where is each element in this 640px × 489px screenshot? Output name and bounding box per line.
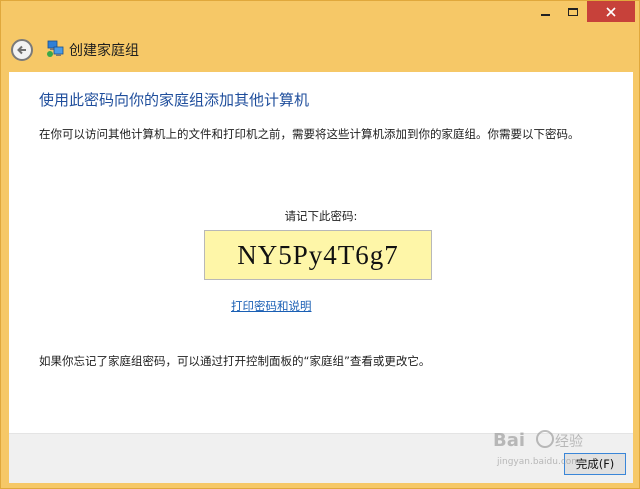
homegroup-window: 创建家庭组 使用此密码向你的家庭组添加其他计算机 在你可以访问其他计算机上的文件… <box>0 0 640 489</box>
close-icon <box>606 6 616 17</box>
finish-button[interactable]: 完成(F) <box>564 453 626 475</box>
minimize-button[interactable] <box>531 1 559 22</box>
minimize-icon <box>540 13 550 16</box>
password-label: 请记下此密码: <box>284 209 358 223</box>
back-button[interactable] <box>11 39 33 61</box>
forgot-password-hint: 如果你忘记了家庭组密码，可以通过打开控制面板的“家庭组”查看或更改它。 <box>39 354 431 368</box>
password-display: NY5Py4T6g7 <box>204 230 432 280</box>
maximize-icon <box>568 7 578 16</box>
print-password-link[interactable]: 打印密码和说明 <box>231 298 312 314</box>
page-heading: 使用此密码向你的家庭组添加其他计算机 <box>39 91 310 109</box>
window-title: 创建家庭组 <box>69 43 139 59</box>
button-bar <box>9 434 633 483</box>
description-text: 在你可以访问其他计算机上的文件和打印机之前，需要将这些计算机添加到你的家庭组。你… <box>39 127 580 141</box>
close-button[interactable] <box>587 1 635 22</box>
back-arrow-icon <box>17 45 26 55</box>
content-panel: 使用此密码向你的家庭组添加其他计算机 在你可以访问其他计算机上的文件和打印机之前… <box>9 72 633 483</box>
homegroup-icon <box>47 40 64 57</box>
maximize-button[interactable] <box>559 1 587 22</box>
